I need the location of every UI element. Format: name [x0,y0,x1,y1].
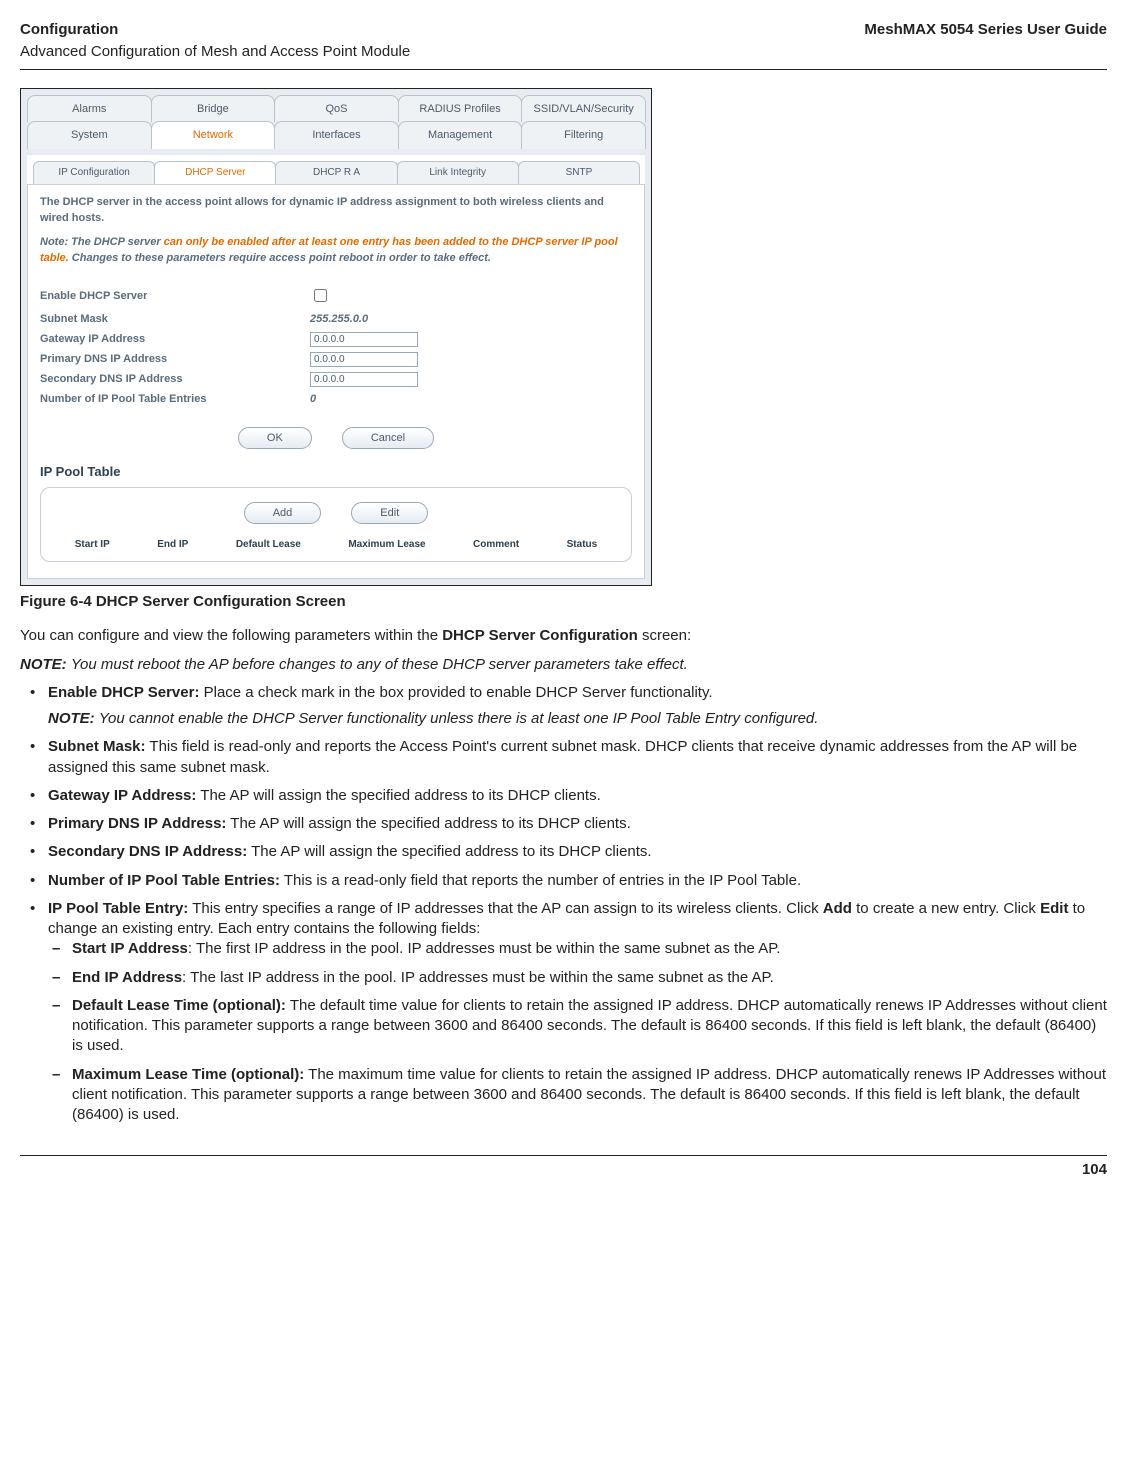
col-end-ip: End IP [157,538,188,552]
dash-end-ip: End IP Address: The last IP address in t… [48,968,1107,988]
header-left: Configuration [20,20,118,40]
label-pool-entries: Number of IP Pool Table Entries [40,392,310,407]
ip-pool-table-box: Add Edit Start IP End IP Default Lease M… [40,487,632,563]
col-maximum-lease: Maximum Lease [348,538,425,552]
bullet-pool-add: Add [823,900,852,917]
bullet-secondary-dns: Secondary DNS IP Address: The AP will as… [20,842,1107,862]
figure-caption: Figure 6-4 DHCP Server Configuration Scr… [20,592,1107,612]
dash-maximum-lease: Maximum Lease Time (optional): The maxim… [48,1065,1107,1126]
ip-pool-table-title: IP Pool Table [40,463,632,481]
note-reboot: NOTE: You must reboot the AP before chan… [20,655,1107,675]
panel-note-prefix: Note: The DHCP server [40,236,161,248]
label-gateway-ip: Gateway IP Address [40,332,310,347]
subtab-ip-configuration[interactable]: IP Configuration [33,161,155,184]
dash-dlease-label: Default Lease Time (optional): [72,997,286,1014]
dash-end-text: : The last IP address in the pool. IP ad… [182,969,774,986]
bullet-num-label: Number of IP Pool Table Entries: [48,872,280,889]
label-primary-dns: Primary DNS IP Address [40,352,310,367]
bullet-enable-text: Place a check mark in the box provided t… [199,684,712,701]
add-button[interactable]: Add [244,502,322,524]
bullet-subnet-mask: Subnet Mask: This field is read-only and… [20,737,1107,778]
bullet-num-text: This is a read-only field that reports t… [280,872,801,889]
intro-pre: You can configure and view the following… [20,627,442,644]
tab-management[interactable]: Management [398,121,523,149]
bullet-sdns-label: Secondary DNS IP Address: [48,843,247,860]
input-secondary-dns[interactable] [310,372,418,387]
tab-filtering[interactable]: Filtering [521,121,646,149]
panel-description: The DHCP server in the access point allo… [40,195,632,227]
bullet-subnet-text: This field is read-only and reports the … [48,738,1077,775]
dash-mlease-label: Maximum Lease Time (optional): [72,1066,304,1083]
cancel-button[interactable]: Cancel [342,427,434,449]
bullet-pdns-label: Primary DNS IP Address: [48,815,226,832]
subtab-dhcp-server[interactable]: DHCP Server [154,161,276,184]
subtab-link-integrity[interactable]: Link Integrity [397,161,519,184]
dash-default-lease: Default Lease Time (optional): The defau… [48,996,1107,1057]
label-subnet-mask: Subnet Mask [40,312,310,327]
value-pool-entries: 0 [310,392,316,407]
bullet-gateway-text: The AP will assign the specified address… [196,787,600,804]
tab-qos[interactable]: QoS [274,95,399,123]
subtab-sntp[interactable]: SNTP [518,161,640,184]
tab-alarms[interactable]: Alarms [27,95,152,123]
bullet-pool-label: IP Pool Table Entry: [48,900,188,917]
col-start-ip: Start IP [75,538,110,552]
col-comment: Comment [473,538,519,552]
checkbox-enable-dhcp[interactable] [314,289,327,302]
bullet-enable-note-text: You cannot enable the DHCP Server functi… [99,710,819,727]
bullet-ip-pool-entry: IP Pool Table Entry: This entry specifie… [20,899,1107,1126]
bullet-pool-t1: This entry specifies a range of IP addre… [188,900,822,917]
bullet-gateway: Gateway IP Address: The AP will assign t… [20,786,1107,806]
label-enable-dhcp: Enable DHCP Server [40,289,310,304]
bullet-primary-dns: Primary DNS IP Address: The AP will assi… [20,814,1107,834]
bullet-gateway-label: Gateway IP Address: [48,787,196,804]
header-right: MeshMAX 5054 Series User Guide [864,20,1107,40]
bullet-enable-label: Enable DHCP Server: [48,684,199,701]
dash-start-label: Start IP Address [72,940,188,957]
dash-end-label: End IP Address [72,969,182,986]
col-status: Status [567,538,598,552]
panel-note-suffix: Changes to these parameters require acce… [69,252,491,264]
bullet-sdns-text: The AP will assign the specified address… [247,843,651,860]
value-subnet-mask: 255.255.0.0 [310,312,368,327]
tab-ssid-vlan-security[interactable]: SSID/VLAN/Security [521,95,646,123]
bullet-pdns-text: The AP will assign the specified address… [226,815,630,832]
dash-start-ip: Start IP Address: The first IP address i… [48,939,1107,959]
dash-start-text: : The first IP address in the pool. IP a… [188,940,781,957]
bullet-enable-note-label: NOTE: [48,710,95,727]
intro-post: screen: [638,627,691,644]
subtab-dhcp-ra[interactable]: DHCP R A [275,161,397,184]
edit-button[interactable]: Edit [351,502,428,524]
tab-system[interactable]: System [27,121,152,149]
col-default-lease: Default Lease [236,538,301,552]
bullet-num-entries: Number of IP Pool Table Entries: This is… [20,871,1107,891]
tab-bridge[interactable]: Bridge [151,95,276,123]
bullet-pool-edit: Edit [1040,900,1068,917]
bullet-enable-dhcp: Enable DHCP Server: Place a check mark i… [20,683,1107,730]
tab-radius-profiles[interactable]: RADIUS Profiles [398,95,523,123]
bullet-subnet-label: Subnet Mask: [48,738,146,755]
header-sub: Advanced Configuration of Mesh and Acces… [20,42,1107,62]
note-label: NOTE: [20,656,67,673]
input-gateway-ip[interactable] [310,332,418,347]
ok-button[interactable]: OK [238,427,312,449]
label-secondary-dns: Secondary DNS IP Address [40,372,310,387]
note-text: You must reboot the AP before changes to… [71,656,688,673]
page-number: 104 [20,1155,1107,1180]
bullet-pool-t2: to create a new entry. Click [852,900,1040,917]
input-primary-dns[interactable] [310,352,418,367]
divider [20,69,1107,70]
screenshot-dhcp-server: Alarms Bridge QoS RADIUS Profiles SSID/V… [20,88,652,587]
tab-network[interactable]: Network [151,121,276,149]
intro-paragraph: You can configure and view the following… [20,626,1107,646]
tab-interfaces[interactable]: Interfaces [274,121,399,149]
intro-bold: DHCP Server Configuration [442,627,638,644]
panel-note: Note: The DHCP server can only be enable… [40,235,632,267]
